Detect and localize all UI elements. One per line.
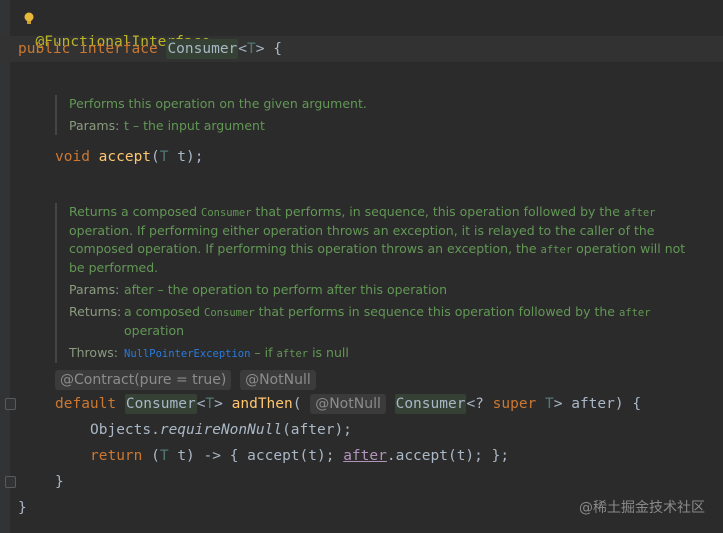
lambda-body: t) -> { accept(t); xyxy=(168,448,344,464)
returns-label: Returns: xyxy=(69,304,122,319)
andthen-params: > after) { xyxy=(553,396,642,412)
javadoc-andthen: Returns a composed Consumer that perform… xyxy=(55,203,699,363)
param-notnull-inlay-hint[interactable]: @NotNull xyxy=(310,394,386,414)
method-requirenonnull[interactable]: requireNonNull xyxy=(160,422,282,438)
params-value: after – the operation to perform after t… xyxy=(124,282,447,297)
throws-label: Throws: xyxy=(69,345,119,360)
captured-after-variable[interactable]: after xyxy=(343,448,387,464)
keyword-interface: interface xyxy=(79,41,158,57)
method-accept[interactable]: accept xyxy=(99,149,151,165)
generic-open: < xyxy=(238,41,248,57)
doc-params-row: Params: after – the operation to perform… xyxy=(69,281,699,299)
throws-value: NullPointerException – if after is null xyxy=(124,345,349,360)
lambda-end: .accept(t); }; xyxy=(386,448,510,464)
code-after: after xyxy=(540,244,573,256)
inlay-hints-line: @Contract(pure = true) @NotNull xyxy=(55,370,316,390)
params-label: Params: xyxy=(69,118,120,133)
accept-params: t); xyxy=(168,149,204,165)
return-type-consumer[interactable]: Consumer xyxy=(124,394,197,414)
method-andthen[interactable]: andThen xyxy=(232,396,293,412)
requirenonnull-args: (after); xyxy=(282,422,352,438)
doc-throws-row: Throws: NullPointerException – if after … xyxy=(69,344,699,363)
paren-open: ( xyxy=(151,149,160,165)
notnull-inlay-hint[interactable]: @NotNull xyxy=(240,370,316,390)
watermark-text: @稀土掘金技术社区 xyxy=(579,500,705,516)
open-brace: { xyxy=(264,41,282,57)
andthen-method-line: default Consumer<T> andThen( @NotNull Co… xyxy=(55,394,642,414)
type-param[interactable]: T xyxy=(247,41,256,57)
code-after: after xyxy=(623,207,656,219)
fold-marker-icon[interactable] xyxy=(5,398,16,410)
keyword-super: super xyxy=(492,396,537,412)
doc-returns-row: Returns: a composed Consumer that perfor… xyxy=(69,303,699,340)
type-param[interactable]: T xyxy=(205,396,214,412)
javadoc-accept: Performs this operation on the given arg… xyxy=(55,95,709,135)
returns-value: a composed Consumer that performs in seq… xyxy=(124,304,651,338)
keyword-public: public xyxy=(18,41,71,57)
close-method-brace: } xyxy=(55,474,64,490)
keyword-default: default xyxy=(55,396,117,412)
param-type-consumer[interactable]: Consumer xyxy=(394,394,467,414)
npe-link[interactable]: NullPointerException xyxy=(124,348,250,360)
accept-method-line: void accept(T t); xyxy=(55,147,203,167)
params-label: Params: xyxy=(69,282,120,297)
return-lambda-line: return (T t) -> { accept(t); after.accep… xyxy=(90,448,510,464)
interface-declaration: public interface Consumer<T> { xyxy=(18,39,282,59)
params-value: t – the input argument xyxy=(124,118,265,133)
interface-name[interactable]: Consumer xyxy=(166,39,239,59)
type-param[interactable]: T xyxy=(160,149,169,165)
objects-class[interactable]: Objects. xyxy=(90,422,160,438)
type-param[interactable]: T xyxy=(545,396,554,412)
doc-description: Returns a composed Consumer that perform… xyxy=(69,204,686,275)
doc-params-row: Params: t – the input argument xyxy=(69,117,709,135)
requirenonnull-line: Objects.requireNonNull(after); xyxy=(90,420,352,440)
contract-inlay-hint[interactable]: @Contract(pure = true) xyxy=(55,370,232,390)
close-interface-brace: } xyxy=(18,500,27,516)
type-param[interactable]: T xyxy=(160,448,169,464)
doc-summary: Performs this operation on the given arg… xyxy=(69,96,367,111)
fold-marker-icon[interactable] xyxy=(5,476,16,488)
keyword-void: void xyxy=(55,149,90,165)
keyword-return: return xyxy=(90,448,143,464)
editor-gutter xyxy=(0,0,10,533)
code-consumer: Consumer xyxy=(201,207,252,219)
